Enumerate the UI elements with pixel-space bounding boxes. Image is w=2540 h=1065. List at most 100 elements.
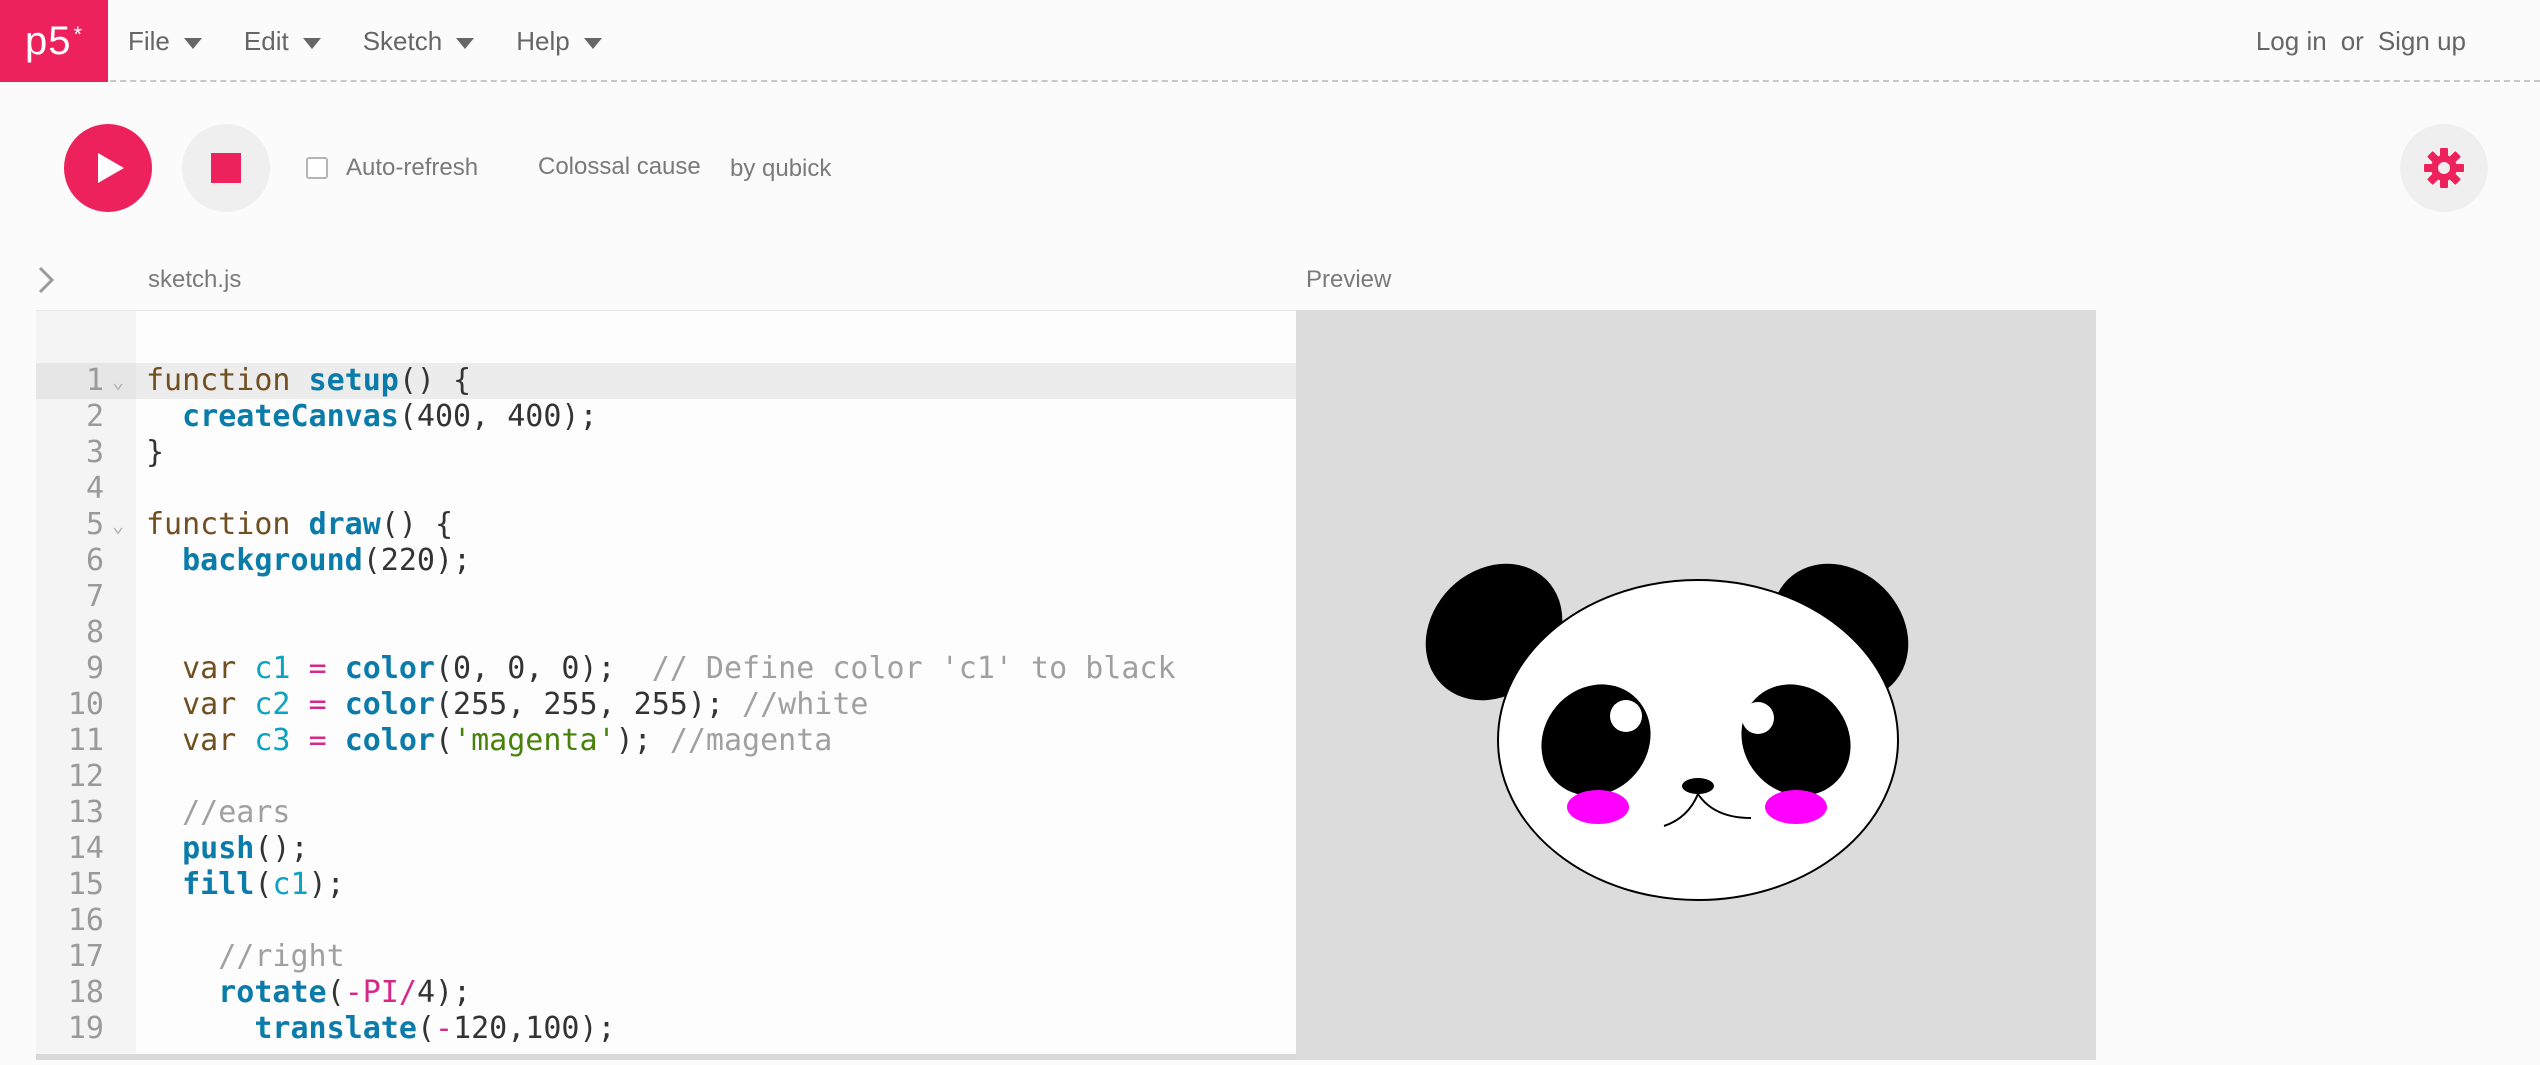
play-button[interactable] — [64, 124, 152, 212]
line-number: 3 — [85, 435, 104, 470]
line-number-cell: 11 — [36, 723, 136, 759]
menu-sketch[interactable]: Sketch — [363, 26, 475, 57]
line-number-cell: 15 — [36, 867, 136, 903]
line-number: 14 — [67, 831, 104, 866]
code-text: var c2 = color(255, 255, 255); //white — [182, 687, 869, 722]
line-number: 6 — [85, 543, 104, 578]
chevron-down-icon — [456, 37, 475, 49]
line-number: 12 — [67, 759, 104, 794]
left-eye-highlight — [1610, 700, 1642, 732]
line-number-cell: 6 — [36, 543, 136, 579]
chevron-down-icon — [583, 37, 602, 49]
preview-label: Preview — [1306, 266, 1392, 293]
line-number-cell: 3 — [36, 435, 136, 471]
line-number: 11 — [67, 723, 104, 758]
code-line[interactable]: 13 //ears — [36, 795, 1296, 831]
menu-edit-label: Edit — [243, 25, 289, 56]
line-number-cell: 10 — [36, 687, 136, 723]
p5-logo[interactable]: p5 * — [0, 0, 108, 82]
code-line[interactable]: 1 ⌄ function setup() { — [36, 363, 1296, 399]
line-number: 1 — [85, 363, 104, 398]
signup-link[interactable]: Sign up — [2378, 26, 2466, 57]
chevron-down-icon — [302, 37, 321, 49]
line-number: 4 — [85, 471, 104, 506]
code-lines: 1 ⌄ function setup() {2 createCanvas(400, … — [36, 363, 1296, 1047]
preview-canvas[interactable] — [1296, 310, 2096, 1060]
code-text: createCanvas(400, 400); — [182, 399, 598, 434]
menu-file[interactable]: File — [128, 26, 202, 57]
horizontal-scrollbar[interactable] — [36, 1054, 1296, 1060]
code-text: //ears — [182, 795, 291, 830]
code-text: } — [146, 435, 165, 470]
code-line[interactable]: 19 translate(-120,100); — [36, 1011, 1296, 1047]
code-editor[interactable]: 1 ⌄ function setup() {2 createCanvas(400, … — [36, 310, 1296, 1060]
line-number: 18 — [67, 975, 104, 1010]
line-number-cell: 16 — [36, 903, 136, 939]
code-text: var c1 = color(0, 0, 0); // Define color… — [182, 651, 1176, 686]
play-icon — [98, 153, 124, 183]
fold-chevron-icon[interactable]: ⌄ — [112, 507, 124, 543]
code-line[interactable]: 16 — [36, 903, 1296, 939]
line-number-cell: 2 — [36, 399, 136, 435]
right-cheek — [1765, 790, 1827, 824]
stop-icon — [211, 153, 241, 183]
code-line[interactable]: 2 createCanvas(400, 400); — [36, 399, 1296, 435]
logo-text: p5 — [24, 18, 72, 63]
logo-asterisk: * — [73, 22, 84, 47]
code-line[interactable]: 17 //right — [36, 939, 1296, 975]
line-number-cell: 13 — [36, 795, 136, 831]
code-line[interactable]: 18 rotate(-PI/4); — [36, 975, 1296, 1011]
code-text: function setup() { — [146, 363, 472, 398]
line-number-cell: 1 ⌄ — [36, 363, 136, 399]
settings-button[interactable] — [2400, 124, 2488, 212]
code-line[interactable]: 4 — [36, 471, 1296, 507]
code-text: rotate(-PI/4); — [218, 975, 472, 1010]
autorefresh-toggle: Auto-refresh — [306, 154, 478, 182]
code-line[interactable]: 7 — [36, 579, 1296, 615]
code-line[interactable]: 15 fill(c1); — [36, 867, 1296, 903]
menu-help-label: Help — [516, 25, 570, 56]
chevron-right-icon[interactable] — [34, 262, 60, 298]
line-number-cell: 7 — [36, 579, 136, 615]
code-text: function draw() { — [146, 507, 454, 542]
code-line[interactable]: 12 — [36, 759, 1296, 795]
menu-sketch-label: Sketch — [362, 25, 443, 56]
line-number-cell: 17 — [36, 939, 136, 975]
line-number-cell: 5 ⌄ — [36, 507, 136, 543]
gear-icon — [2424, 148, 2464, 188]
menu-help[interactable]: Help — [516, 25, 602, 57]
line-number: 8 — [85, 615, 104, 650]
fold-chevron-icon[interactable]: ⌄ — [112, 363, 124, 399]
code-line[interactable]: 3} — [36, 435, 1296, 471]
code-line[interactable]: 11 var c3 = color('magenta'); //magenta — [36, 723, 1296, 759]
code-line[interactable]: 9 var c1 = color(0, 0, 0); // Define col… — [36, 651, 1296, 687]
code-text: fill(c1); — [182, 867, 345, 902]
line-number-cell: 19 — [36, 1011, 136, 1047]
file-tab-sketch-js[interactable]: sketch.js — [148, 266, 241, 294]
line-number: 13 — [67, 795, 104, 830]
sketch-name[interactable]: Colossal cause — [538, 153, 701, 181]
chevron-down-icon — [183, 37, 202, 49]
code-line[interactable]: 14 push(); — [36, 831, 1296, 867]
stop-button[interactable] — [182, 124, 270, 212]
code-line[interactable]: 10 var c2 = color(255, 255, 255); //whit… — [36, 687, 1296, 723]
code-line[interactable]: 5 ⌄ function draw() { — [36, 507, 1296, 543]
autorefresh-checkbox[interactable] — [306, 157, 328, 179]
line-number-cell: 12 — [36, 759, 136, 795]
line-number: 10 — [67, 687, 104, 722]
code-line[interactable]: 8 — [36, 615, 1296, 651]
code-line[interactable]: 6 background(220); — [36, 543, 1296, 579]
line-number-cell: 14 — [36, 831, 136, 867]
menu-edit[interactable]: Edit — [244, 26, 321, 57]
top-nav: p5 * File Edit Sketch Help Log in or Sign… — [0, 0, 2540, 82]
line-number: 7 — [85, 579, 104, 614]
line-number: 2 — [85, 399, 104, 434]
login-link[interactable]: Log in — [2256, 26, 2327, 57]
toolbar: Auto-refresh Colossal cause by qubick — [0, 84, 2540, 254]
code-text: translate(-120,100); — [254, 1011, 616, 1046]
code-text: //right — [218, 939, 345, 974]
line-number: 17 — [67, 939, 104, 974]
line-number: 9 — [85, 651, 104, 686]
menu-file-label: File — [128, 25, 170, 56]
line-number: 19 — [67, 1011, 104, 1046]
